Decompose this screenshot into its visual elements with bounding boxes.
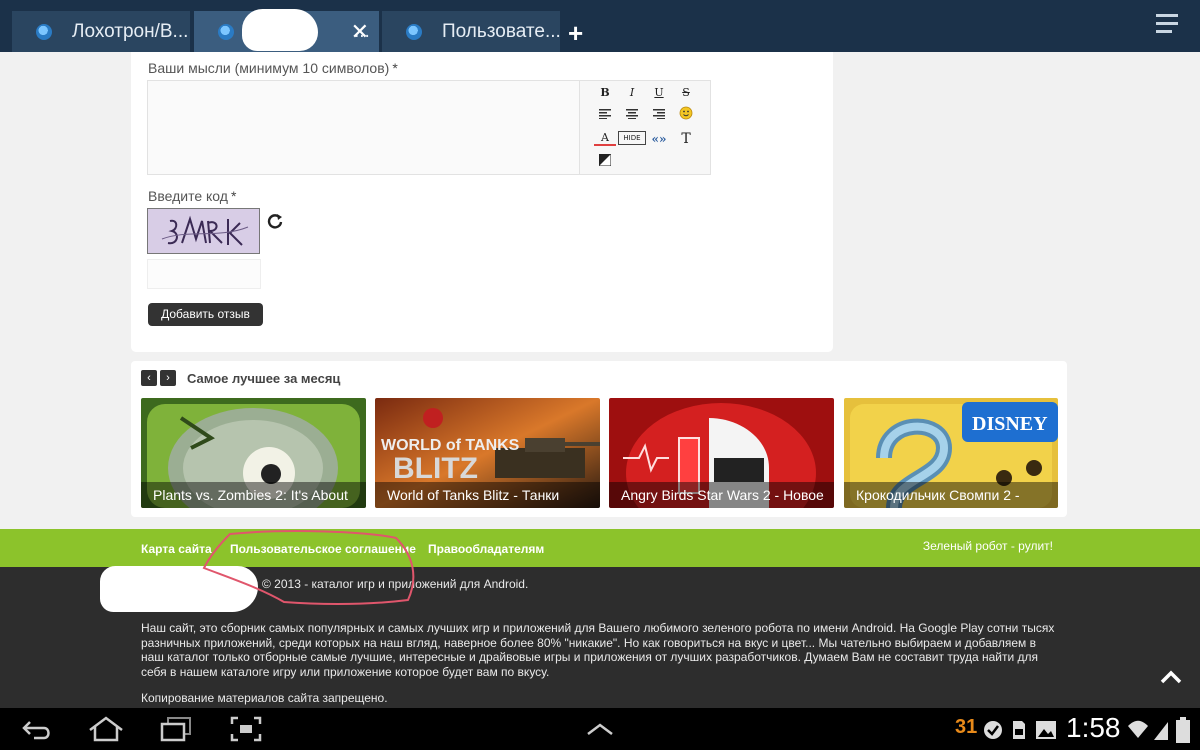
about-text: Наш сайт, это сборник самых популярных и…	[141, 621, 1055, 679]
back-icon[interactable]	[22, 718, 52, 740]
carousel-prev-button[interactable]: ‹	[141, 370, 157, 386]
tab-1-label: Лохотрон/В...	[72, 20, 189, 42]
font-button[interactable]: T	[675, 129, 697, 149]
captcha-code-input[interactable]	[147, 259, 261, 289]
strike-button[interactable]: S	[675, 83, 697, 103]
menu-icon[interactable]	[1156, 14, 1182, 38]
copy-warning: Копирование материалов сайта запрещено.	[141, 691, 388, 705]
footer-link-copyright-holders[interactable]: Правообладателям	[428, 542, 544, 556]
submit-review-button[interactable]: Добавить отзыв	[148, 303, 263, 326]
thoughts-label: Ваши мысли (минимум 10 символов) *	[148, 60, 398, 76]
tab-3-label: Пользовате...	[442, 20, 560, 42]
editor-toolbar: B I U S A HIDE «» T	[579, 81, 710, 174]
calendar-notification: 31	[955, 716, 978, 738]
game-tile-wot[interactable]: WORLD of TANKS BLITZ World of Tanks Blit…	[375, 398, 600, 508]
globe-icon	[218, 23, 234, 40]
align-center-icon[interactable]	[621, 106, 643, 126]
smiley-icon[interactable]	[675, 106, 697, 126]
tile-caption: Plants vs. Zombies 2: It's About	[141, 482, 366, 508]
scroll-top-icon[interactable]	[1160, 670, 1182, 684]
tab-1[interactable]: Лохотрон/В...	[12, 11, 190, 52]
wifi-icon	[1128, 720, 1148, 738]
code-label: Введите код *	[148, 188, 237, 204]
align-left-icon[interactable]	[594, 106, 616, 126]
align-right-icon[interactable]	[648, 106, 670, 126]
chevron-up-icon[interactable]	[586, 722, 614, 736]
bold-button[interactable]: B	[594, 83, 616, 103]
best-of-month-title: Самое лучшее за месяц	[187, 371, 341, 386]
home-icon[interactable]	[88, 716, 124, 742]
captcha-image	[147, 208, 260, 254]
recent-apps-icon[interactable]	[160, 716, 192, 742]
browser-tab-bar: Лохотрон/В... ... ✕ Пользовате... +	[0, 0, 1200, 52]
disney-logo: DISNEY	[972, 413, 1048, 435]
globe-icon	[406, 23, 422, 40]
game-tile-swampy[interactable]: DISNEY Крокодильчик Свомпи 2 -	[844, 398, 1058, 508]
gallery-icon	[1036, 721, 1056, 739]
italic-button[interactable]: I	[621, 83, 643, 103]
annotation-outline	[202, 530, 415, 605]
sd-card-icon	[1013, 721, 1025, 739]
android-nav-bar	[0, 708, 1200, 750]
background-color-icon[interactable]	[594, 153, 616, 173]
globe-icon	[36, 23, 52, 40]
redaction-mark	[242, 9, 318, 51]
game-tile-angry-birds[interactable]: Angry Birds Star Wars 2 - Новое	[609, 398, 834, 508]
check-notification-icon	[984, 721, 1002, 739]
hide-button[interactable]: HIDE	[618, 131, 646, 145]
game-tile-pvz[interactable]: Plants vs. Zombies 2: It's About	[141, 398, 366, 508]
footer-slogan: Зеленый робот - рулит!	[922, 539, 1053, 553]
carousel-next-button[interactable]: ›	[160, 370, 176, 386]
battery-icon	[1176, 717, 1190, 743]
tile-caption: Крокодильчик Свомпи 2 -	[844, 482, 1058, 508]
quote-button[interactable]: «»	[648, 129, 670, 149]
close-tab-icon[interactable]: ✕	[351, 19, 369, 45]
status-clock: 1:58	[1066, 712, 1121, 743]
new-tab-button[interactable]: +	[568, 18, 583, 49]
screenshot-icon[interactable]	[228, 716, 264, 742]
tile-caption: Angry Birds Star Wars 2 - Новое	[609, 482, 834, 508]
review-textarea[interactable]: B I U S A HIDE «» T	[147, 80, 711, 175]
footer-links-bar: Карта сайта Пользовательское соглашение …	[0, 529, 1200, 567]
tab-3[interactable]: Пользовате...	[382, 11, 560, 52]
underline-button[interactable]: U	[648, 83, 670, 103]
tile-caption: World of Tanks Blitz - Танки	[375, 482, 600, 508]
font-color-button[interactable]: A	[594, 129, 616, 146]
refresh-icon[interactable]	[266, 212, 284, 230]
signal-icon	[1154, 722, 1168, 740]
wot-logo-sub: BLITZ	[393, 452, 478, 485]
